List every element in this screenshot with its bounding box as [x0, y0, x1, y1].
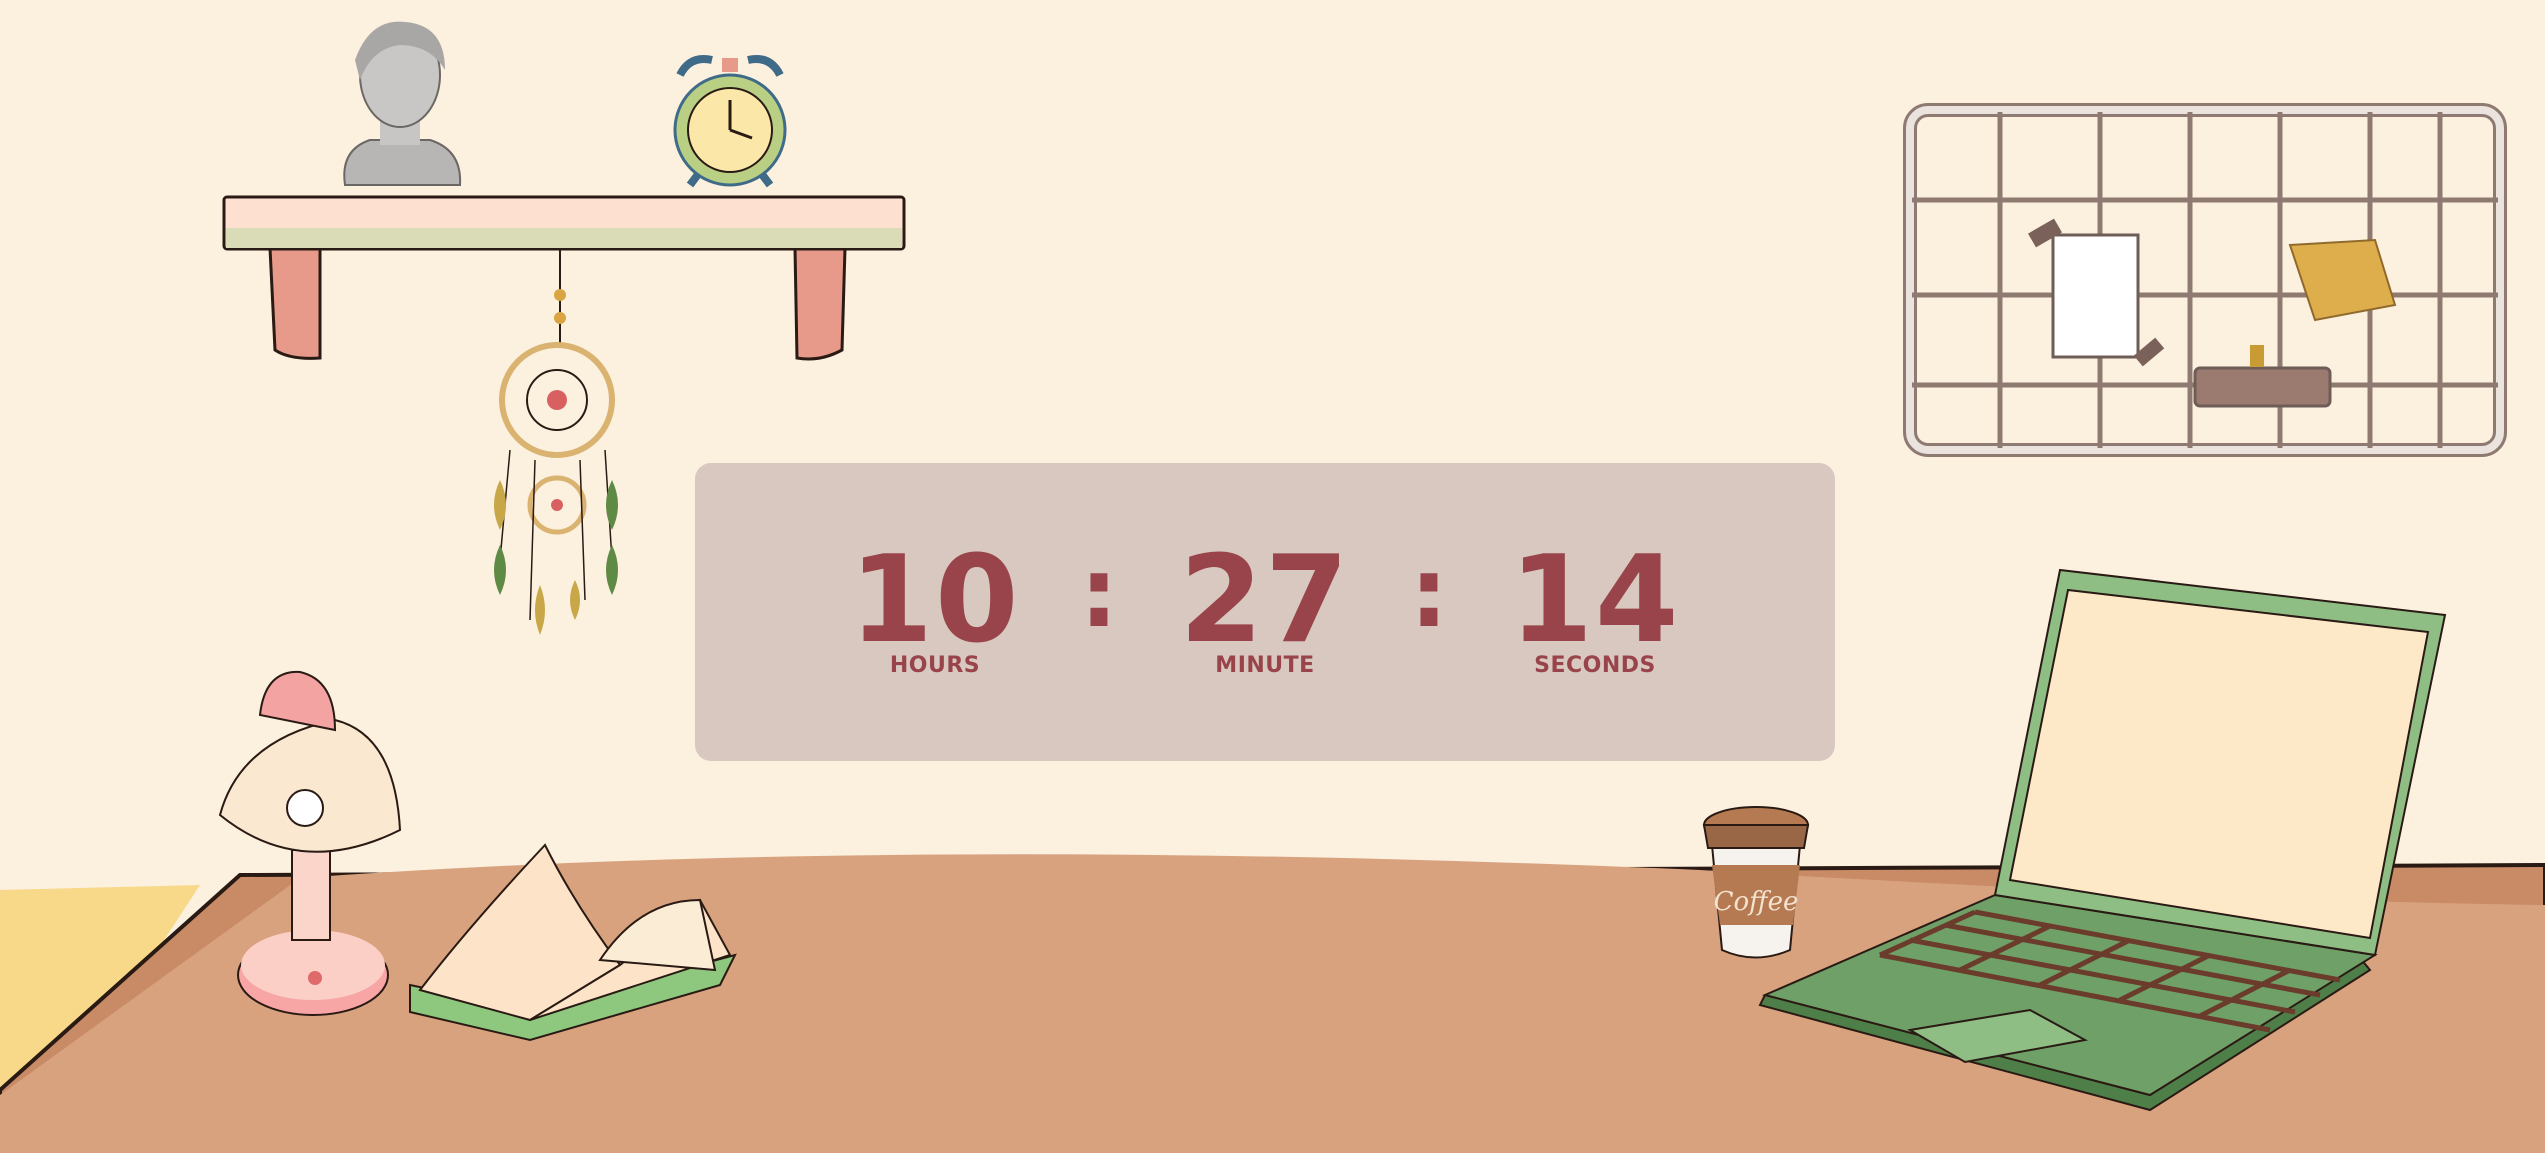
- countdown-panel: 10 HOURS : 27 MINUTE : 14 SECONDS: [695, 463, 1835, 761]
- seconds-value: 14: [1509, 531, 1681, 670]
- minutes-value: 27: [1179, 531, 1351, 670]
- separator: :: [1079, 537, 1119, 649]
- seconds-unit: 14 SECONDS: [1495, 541, 1695, 679]
- alarm-clock: [673, 55, 787, 188]
- statue-bust: [343, 21, 462, 186]
- wall-shelf: [222, 195, 906, 361]
- coffee-cup-label: Coffee: [1714, 887, 1799, 917]
- separator: :: [1409, 537, 1449, 649]
- dream-catcher: [494, 248, 618, 635]
- minutes-unit: 27 MINUTE: [1165, 541, 1365, 679]
- coffee-cup: Coffee: [1702, 806, 1810, 959]
- hours-value: 10: [849, 531, 1021, 670]
- wire-memo-grid: [1903, 103, 2507, 457]
- desk-lamp: [218, 670, 402, 1016]
- hours-unit: 10 HOURS: [835, 541, 1035, 679]
